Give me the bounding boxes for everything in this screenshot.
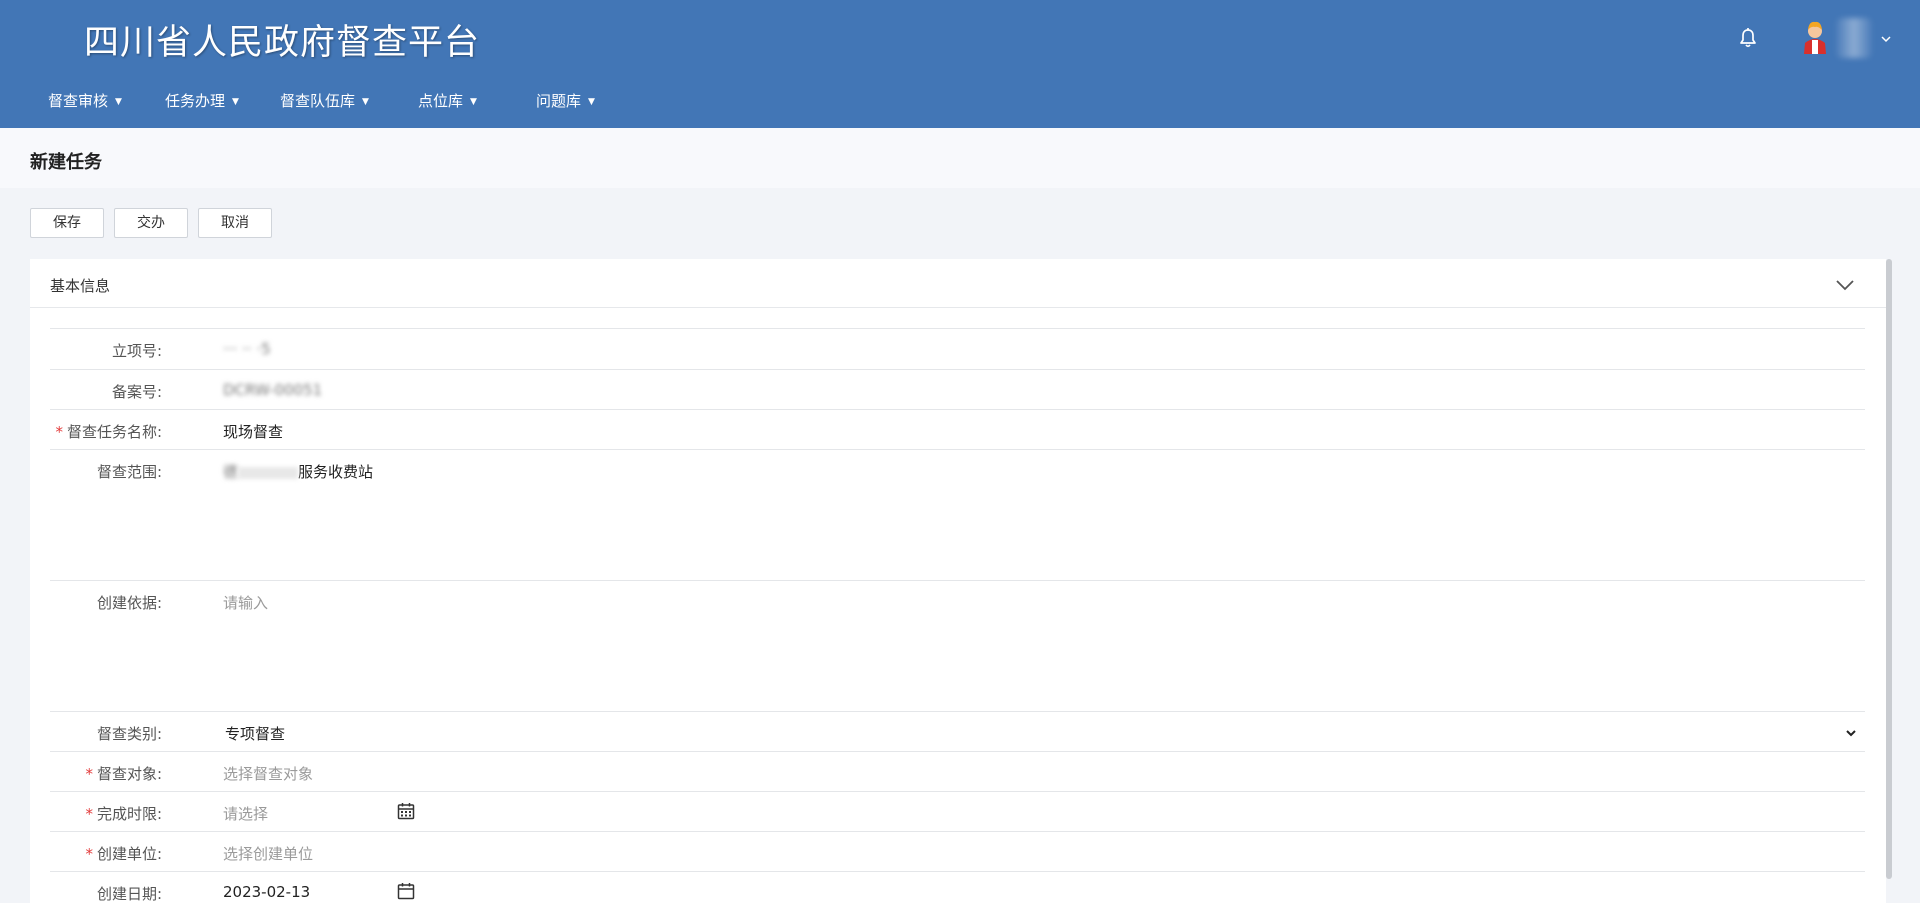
scope-value: 服务收费站: [298, 463, 374, 481]
panel-header[interactable]: 基本信息: [30, 259, 1886, 308]
form-row-creator-unit: * 创建单位: 选择创建单位: [50, 831, 1865, 872]
bell-icon[interactable]: [1738, 27, 1758, 49]
form-row-task-name: * 督查任务名称: 现场督查: [50, 409, 1865, 450]
caret-down-icon: ▼: [588, 96, 595, 107]
cancel-button[interactable]: 取消: [198, 208, 272, 238]
field-label: 立项号:: [111, 342, 162, 360]
deadline-date-input[interactable]: 请选择: [223, 803, 268, 824]
form-row-project-no: 立项号: ··· ·· ·5: [50, 328, 1865, 369]
form-row-basis: 创建依据: 请输入: [50, 580, 1865, 711]
avatar-icon[interactable]: [1800, 18, 1830, 54]
target-selector[interactable]: 选择督查对象: [223, 763, 313, 784]
basis-textarea[interactable]: 请输入: [223, 592, 268, 613]
top-header: 四川省人民政府督查平台 督查审核▼ 任务办理▼ 督查队伍库▼ 点位库▼: [0, 0, 1920, 128]
scope-textarea[interactable]: 德 服务收费站: [223, 461, 373, 482]
basic-info-panel: 基本信息 立项号: ··· ·· ·5 备案号: DCRW-00051 * 督查任…: [30, 259, 1886, 903]
field-label: * 督查对象:: [85, 765, 162, 783]
collapse-chevron-icon[interactable]: [1836, 276, 1854, 291]
nav-item-team-library[interactable]: 督查队伍库 ▼: [280, 86, 369, 116]
required-asterisk: *: [55, 423, 63, 441]
field-label: 备案号:: [111, 383, 162, 401]
chevron-down-icon[interactable]: [1845, 724, 1857, 737]
form-row-target: * 督查对象: 选择督查对象: [50, 751, 1865, 792]
caret-down-icon: ▼: [232, 96, 239, 107]
form-row-deadline: * 完成时限: 请选择: [50, 791, 1865, 832]
caret-down-icon: ▼: [362, 96, 369, 107]
app-title: 四川省人民政府督查平台: [84, 23, 481, 63]
scope-value-blurred: 德: [223, 463, 239, 481]
page-title-bar: 新建任务: [0, 128, 1920, 188]
nav-item-supervision-review[interactable]: 督查审核 ▼: [48, 86, 122, 116]
created-date-input[interactable]: 2023-02-13: [223, 883, 310, 901]
caret-down-icon: ▼: [470, 96, 477, 107]
field-label: 创建依据:: [96, 594, 162, 612]
form-row-created-date: 创建日期: 2023-02-13: [50, 871, 1865, 903]
page-title: 新建任务: [30, 152, 102, 173]
record-no-field[interactable]: DCRW-00051: [223, 381, 322, 399]
panel-scrollbar[interactable]: [1886, 259, 1892, 879]
form-row-category: 督查类别: 专项督查: [50, 711, 1865, 752]
project-no-field[interactable]: ··· ·· ·5: [223, 340, 271, 358]
form-row-record-no: 备案号: DCRW-00051: [50, 369, 1865, 410]
caret-down-icon: ▼: [115, 96, 122, 107]
required-asterisk: *: [85, 805, 93, 823]
form-row-scope: 督查范围: 德 服务收费站: [50, 449, 1865, 580]
username-blurred[interactable]: [1836, 18, 1872, 58]
field-label: * 完成时限:: [85, 805, 162, 823]
section-title: 基本信息: [50, 277, 111, 295]
creator-unit-selector[interactable]: 选择创建单位: [223, 843, 313, 864]
calendar-icon[interactable]: [397, 802, 415, 820]
chevron-down-icon[interactable]: [1880, 30, 1892, 43]
field-label: 督查类别:: [96, 725, 162, 743]
task-name-field[interactable]: 现场督查: [223, 421, 283, 442]
field-label: 督查范围:: [96, 463, 162, 481]
required-asterisk: *: [85, 765, 93, 783]
field-label: 创建日期:: [96, 885, 162, 903]
nav-item-task-handling[interactable]: 任务办理 ▼: [165, 86, 239, 116]
nav-item-location-library[interactable]: 点位库 ▼: [418, 86, 477, 116]
calendar-icon[interactable]: [397, 882, 415, 900]
save-button[interactable]: 保存: [30, 208, 104, 238]
nav-item-issue-library[interactable]: 问题库 ▼: [536, 86, 595, 116]
category-select[interactable]: 专项督查: [225, 723, 285, 744]
required-asterisk: *: [85, 845, 93, 863]
assign-button[interactable]: 交办: [114, 208, 188, 238]
field-label: * 督查任务名称:: [55, 423, 162, 441]
redacted-text: [238, 466, 299, 479]
field-label: * 创建单位:: [85, 845, 162, 863]
